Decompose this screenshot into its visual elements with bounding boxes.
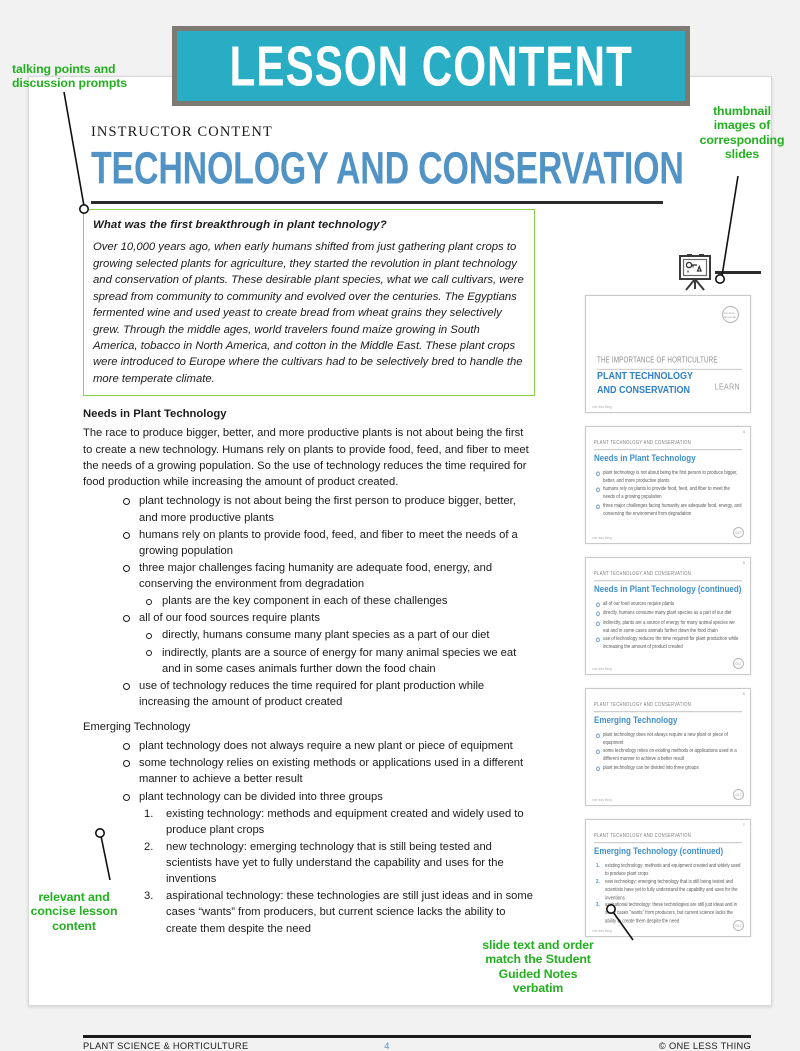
slide-title: PLANT TECHNOLOGY AND CONSERVATION: [597, 370, 693, 396]
slide-page-number: 4: [742, 429, 745, 434]
slide-bullet: use of technology reduces the time requi…: [596, 635, 742, 651]
slide-footer: one less thing: [592, 536, 612, 540]
slide-page-number: 5: [742, 560, 745, 565]
emerging-numbered-list: existing technology: methods and equipme…: [121, 806, 535, 937]
banner-label: LESSON CONTENT: [229, 34, 633, 98]
slide-bullet: three major challenges facing humanity a…: [596, 502, 742, 518]
slide-title: Needs in Plant Technology: [594, 453, 696, 464]
callout-answer: Over 10,000 years ago, when early humans…: [93, 241, 524, 385]
slide-bullet: plant technology can be divided into thr…: [596, 764, 742, 772]
brand-badge-icon: OLT: [733, 527, 744, 538]
list-item: use of technology reduces the time requi…: [121, 678, 535, 710]
list-item: humans rely on plants to provide food, f…: [121, 527, 535, 559]
slide-learn-label: LEARN: [714, 383, 740, 392]
brand-badge-icon: OLT: [733, 789, 744, 800]
footer-divider: [83, 1035, 751, 1038]
talking-points-callout: What was the first breakthrough in plant…: [83, 209, 535, 397]
annotation-talking-points: talking points and discussion prompts: [12, 62, 128, 91]
slide-bullet: some technology relies on existing metho…: [596, 747, 742, 763]
slide-title: Needs in Plant Technology (continued): [594, 584, 742, 595]
slide-bullet: plant technology is not about being the …: [596, 469, 742, 485]
slide-page-number: 6: [742, 691, 745, 696]
slide-title: Emerging Technology: [594, 715, 678, 726]
slide-bullet: humans rely on plants to provide food, f…: [596, 485, 742, 501]
list-item: all of our food sources require plants: [121, 610, 535, 626]
slide-thumbnail[interactable]: 7 PLANT TECHNOLOGY AND CONSERVATION Emer…: [585, 819, 751, 937]
needs-bullet-list: plant technology is not about being the …: [83, 493, 535, 710]
slide-eyebrow: THE IMPORTANCE OF HORTICULTURE: [597, 356, 742, 371]
slide-thumbnail[interactable]: 6 PLANT TECHNOLOGY AND CONSERVATION Emer…: [585, 688, 751, 806]
slide-thumbnail[interactable]: 5 PLANT TECHNOLOGY AND CONSERVATION Need…: [585, 557, 751, 675]
title-eyebrow: INSTRUCTOR CONTENT: [91, 124, 273, 140]
easel-rule: [715, 271, 761, 274]
slide-footer: one less thing: [592, 798, 612, 802]
slide-page-number: 7: [742, 822, 745, 827]
emerging-bullet-list: plant technology does not always require…: [83, 738, 535, 937]
list-item: some technology relies on existing metho…: [121, 755, 535, 787]
slide-thumbnail[interactable]: one-less-thing-logo THE IMPORTANCE OF HO…: [585, 295, 751, 413]
slide-bullet: all of our food sources require plants: [596, 600, 742, 608]
footer-course-name: PLANT SCIENCE & HORTICULTURE: [83, 1041, 249, 1051]
slide-eyebrow: PLANT TECHNOLOGY AND CONSERVATION: [594, 701, 742, 713]
easel-presentation-icon: [674, 253, 716, 293]
slide-numbered-item: existing technology: methods and equipme…: [596, 862, 741, 877]
document-page: INSTRUCTOR CONTENT TECHNOLOGY AND CONSER…: [28, 76, 772, 1051]
page-footer: PLANT SCIENCE & HORTICULTURE 4 © ONE LES…: [83, 1041, 751, 1051]
needs-sublist-a: plants are the key component in each of …: [121, 593, 535, 609]
slide-bullet-list: plant technology does not always require…: [596, 731, 742, 773]
list-item: new technology: emerging technology that…: [144, 839, 504, 886]
list-item: plant technology can be divided into thr…: [121, 789, 535, 805]
slide-bullet-list: plant technology is not about being the …: [596, 469, 742, 518]
slide-eyebrow: PLANT TECHNOLOGY AND CONSERVATION: [594, 570, 742, 582]
slide-thumbnail-column: one-less-thing-logo THE IMPORTANCE OF HO…: [585, 295, 751, 950]
slide-bullet: plant technology does not always require…: [596, 731, 742, 747]
footer-copyright: © ONE LESS THING: [658, 1041, 751, 1051]
annotation-thumbnail-images: thumbnail images of corresponding slides: [699, 104, 785, 161]
slide-numbered-list: existing technology: methods and equipme…: [596, 862, 742, 924]
slide-thumbnail[interactable]: 4 PLANT TECHNOLOGY AND CONSERVATION Need…: [585, 426, 751, 544]
page-title: TECHNOLOGY AND CONSERVATION: [91, 142, 684, 194]
list-item: plants are the key component in each of …: [144, 593, 535, 609]
annotation-relevant-content: relevant and concise lesson content: [30, 890, 118, 933]
slide-title: Emerging Technology (continued): [594, 846, 724, 857]
slide-eyebrow: PLANT TECHNOLOGY AND CONSERVATION: [594, 832, 742, 844]
callout-question: What was the first breakthrough in plant…: [93, 219, 387, 231]
lesson-content-column: What was the first breakthrough in plant…: [83, 209, 535, 938]
page-title-block: INSTRUCTOR CONTENT TECHNOLOGY AND CONSER…: [91, 124, 691, 192]
list-item: indirectly, plants are a source of energ…: [144, 645, 535, 677]
section-paragraph-needs: The race to produce bigger, better, and …: [83, 427, 529, 489]
needs-sublist-b: directly, humans consume many plant spec…: [121, 627, 535, 676]
title-divider: [91, 201, 663, 204]
section-heading-emerging: Emerging Technology: [83, 721, 191, 734]
section-heading-needs: Needs in Plant Technology: [83, 408, 227, 421]
list-item: plant technology does not always require…: [121, 738, 535, 754]
brand-badge-icon: OLT: [733, 658, 744, 669]
list-item: plant technology is not about being the …: [121, 493, 535, 525]
lesson-content-banner: LESSON CONTENT: [172, 26, 690, 106]
slide-numbered-item: new technology: emerging technology that…: [596, 878, 738, 901]
slide-footer: one less thing: [592, 405, 612, 409]
brand-badge-icon: OLT: [733, 920, 744, 931]
list-item: aspirational technology: these technolog…: [144, 888, 533, 935]
footer-page-number: 4: [384, 1041, 390, 1051]
slide-numbered-item: aspirational technology: these technolog…: [596, 901, 738, 924]
slide-bullet: directly, humans consume many plant spec…: [596, 609, 742, 617]
brand-logo-icon: one-less-thing-logo: [722, 306, 739, 323]
slide-bullet: indirectly, plants are a source of energ…: [596, 619, 742, 635]
list-item: directly, humans consume many plant spec…: [144, 627, 535, 643]
slide-footer: one less thing: [592, 929, 612, 933]
list-item: existing technology: methods and equipme…: [144, 806, 524, 836]
slide-eyebrow: PLANT TECHNOLOGY AND CONSERVATION: [594, 439, 742, 451]
slide-footer: one less thing: [592, 667, 612, 671]
annotation-slide-text-order: slide text and order match the Student Gui…: [482, 938, 594, 995]
slide-bullet-list: all of our food sources require plants d…: [596, 600, 742, 651]
list-item: three major challenges facing humanity a…: [121, 560, 535, 592]
